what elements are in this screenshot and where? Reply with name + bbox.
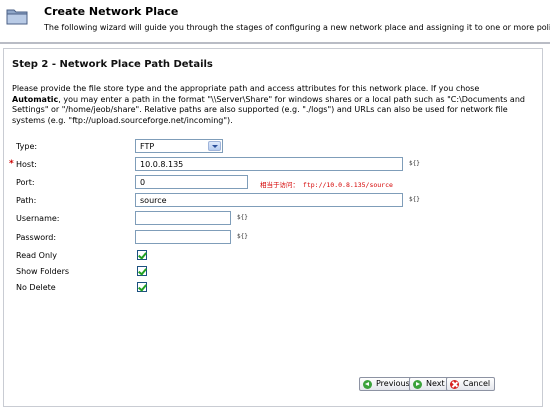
wizard-title: Create Network Place bbox=[44, 5, 179, 18]
path-label: Path: bbox=[16, 196, 37, 205]
username-input[interactable] bbox=[135, 211, 231, 225]
show-folders-checkbox[interactable] bbox=[137, 266, 147, 276]
path-variable-icon[interactable]: ${} bbox=[409, 196, 420, 203]
previous-button-label: Previous bbox=[376, 379, 410, 388]
network-folder-icon bbox=[6, 9, 28, 25]
cancel-button-label: Cancel bbox=[463, 379, 491, 388]
desc-bold-automatic: Automatic bbox=[12, 94, 59, 104]
wizard-header: Create Network Place The following wizar… bbox=[0, 0, 550, 40]
port-hint-annotation: 相当于访问： ftp://10.0.8.135/source bbox=[260, 181, 393, 189]
arrow-left-icon bbox=[363, 380, 372, 389]
show-folders-label: Show Folders bbox=[16, 267, 70, 276]
username-label: Username: bbox=[16, 214, 60, 223]
required-marker: * bbox=[9, 159, 14, 169]
desc-text-1: Please provide the file store type and t… bbox=[12, 84, 480, 93]
chevron-down-icon[interactable] bbox=[208, 141, 221, 151]
port-input[interactable]: 0 bbox=[135, 175, 248, 189]
username-variable-icon[interactable]: ${} bbox=[237, 214, 248, 221]
host-label: Host: bbox=[16, 160, 37, 169]
type-select[interactable]: FTP bbox=[135, 139, 223, 153]
password-label: Password: bbox=[16, 233, 57, 242]
read-only-label: Read Only bbox=[16, 251, 57, 260]
cancel-button[interactable]: Cancel bbox=[446, 377, 496, 391]
wizard-panel: Step 2 - Network Place Path Details Plea… bbox=[3, 48, 543, 407]
read-only-checkbox[interactable] bbox=[137, 250, 147, 260]
close-icon bbox=[450, 380, 459, 389]
port-label: Port: bbox=[16, 178, 35, 187]
host-variable-icon[interactable]: ${} bbox=[409, 160, 420, 167]
step-title: Step 2 - Network Place Path Details bbox=[12, 59, 213, 70]
password-variable-icon[interactable]: ${} bbox=[237, 233, 248, 240]
desc-text-2: , you may enter a path in the format "\\… bbox=[12, 94, 525, 125]
next-button-label: Next bbox=[426, 379, 445, 388]
no-delete-label: No Delete bbox=[16, 283, 56, 292]
wizard-subtitle: The following wizard will guide you thro… bbox=[44, 23, 550, 32]
host-input[interactable]: 10.0.8.135 bbox=[135, 157, 403, 171]
previous-button[interactable]: Previous bbox=[359, 377, 415, 391]
path-input[interactable]: source bbox=[135, 193, 403, 207]
arrow-right-icon bbox=[413, 380, 422, 389]
type-select-value: FTP bbox=[140, 142, 155, 151]
header-divider bbox=[0, 42, 550, 44]
step-description: Please provide the file store type and t… bbox=[12, 84, 532, 126]
password-input[interactable] bbox=[135, 230, 231, 244]
next-button[interactable]: Next bbox=[409, 377, 450, 391]
no-delete-checkbox[interactable] bbox=[137, 282, 147, 292]
type-label: Type: bbox=[16, 142, 38, 151]
